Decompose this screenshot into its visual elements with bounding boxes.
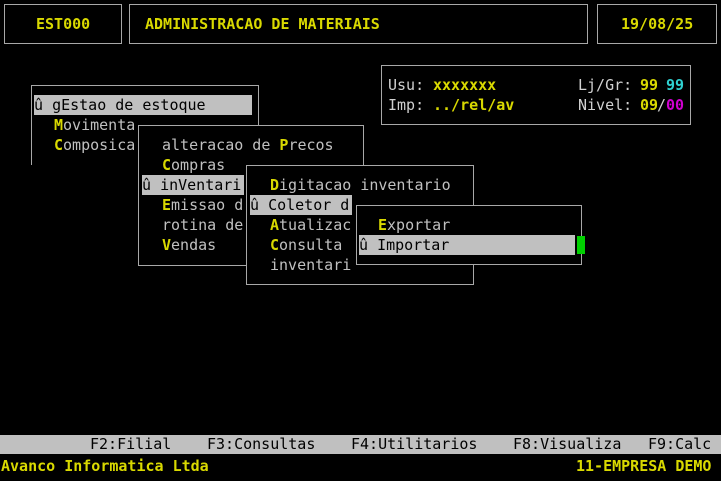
vendor-name: Avanco Informatica Ltda xyxy=(1,457,209,475)
menu-item-vendas[interactable]: Vendas xyxy=(162,235,216,255)
menu-item-consulta[interactable]: Consulta xyxy=(270,235,342,255)
menu-item-importar[interactable]: û Importar xyxy=(359,235,575,255)
collector-submenu: Exportar û Importar xyxy=(356,205,585,265)
store-value: 99 xyxy=(640,76,659,94)
menu-item-exportar[interactable]: Exportar xyxy=(378,215,450,235)
f3-consultas-key[interactable]: F3:Consultas xyxy=(207,435,315,454)
menu-item-coletor[interactable]: û Coletor d xyxy=(250,195,352,215)
menu-item-composica[interactable]: Composica xyxy=(54,135,135,155)
menu-item-alteracao-precos[interactable]: alteracao de Precos xyxy=(162,135,334,155)
menu-item-gestao-estoque[interactable]: û gEstao de estoque xyxy=(34,95,252,115)
app-title: ADMINISTRACAO DE MATERIAIS xyxy=(145,15,380,33)
menu-item-rotina[interactable]: rotina de xyxy=(162,215,243,235)
function-key-bar: F2:Filial F3:Consultas F4:Utilitarios F8… xyxy=(0,435,721,454)
store-group-label: Lj/Gr: xyxy=(578,76,633,94)
company-name: 11-EMPRESA DEMO xyxy=(576,457,712,475)
level-label: Nivel: xyxy=(578,96,633,114)
menu-item-digitacao-inventario[interactable]: Digitacao inventario xyxy=(270,175,451,195)
menu-item-compras[interactable]: Compras xyxy=(162,155,225,175)
level-value-secondary: 00 xyxy=(666,96,685,114)
menu-item-movimenta[interactable]: Movimenta xyxy=(54,115,135,135)
group-value: 99 xyxy=(666,76,685,94)
text-cursor xyxy=(577,236,585,254)
user-label: Usu: xyxy=(388,76,425,94)
session-info-box: Usu: xxxxxxx Imp: ../rel/av Lj/Gr: 99 99… xyxy=(381,65,691,125)
level-separator: / xyxy=(657,96,667,114)
app-title-box: ADMINISTRACAO DE MATERIAIS xyxy=(129,4,588,44)
user-value: xxxxxxx xyxy=(433,76,497,94)
menu-item-emissao[interactable]: Emissao d xyxy=(162,195,243,215)
date-box: 19/08/25 xyxy=(597,4,717,44)
printer-value: ../rel/av xyxy=(433,96,515,114)
program-code-box: EST000 xyxy=(4,4,122,44)
program-code: EST000 xyxy=(36,15,91,33)
menu-item-inventario-2[interactable]: inventari xyxy=(270,255,351,275)
level-value: 09 xyxy=(640,96,659,114)
f8-visualiza-key[interactable]: F8:Visualiza xyxy=(513,435,621,454)
current-date: 19/08/25 xyxy=(621,15,694,33)
menu-item-inventario[interactable]: û inVentari xyxy=(142,175,244,195)
f4-utilitarios-key[interactable]: F4:Utilitarios xyxy=(351,435,477,454)
menu-item-atualizacao[interactable]: Atualizac xyxy=(270,215,351,235)
f2-filial-key[interactable]: F2:Filial xyxy=(90,435,171,454)
f9-calc-key[interactable]: F9:Calc xyxy=(648,435,711,454)
printer-label: Imp: xyxy=(388,96,425,114)
